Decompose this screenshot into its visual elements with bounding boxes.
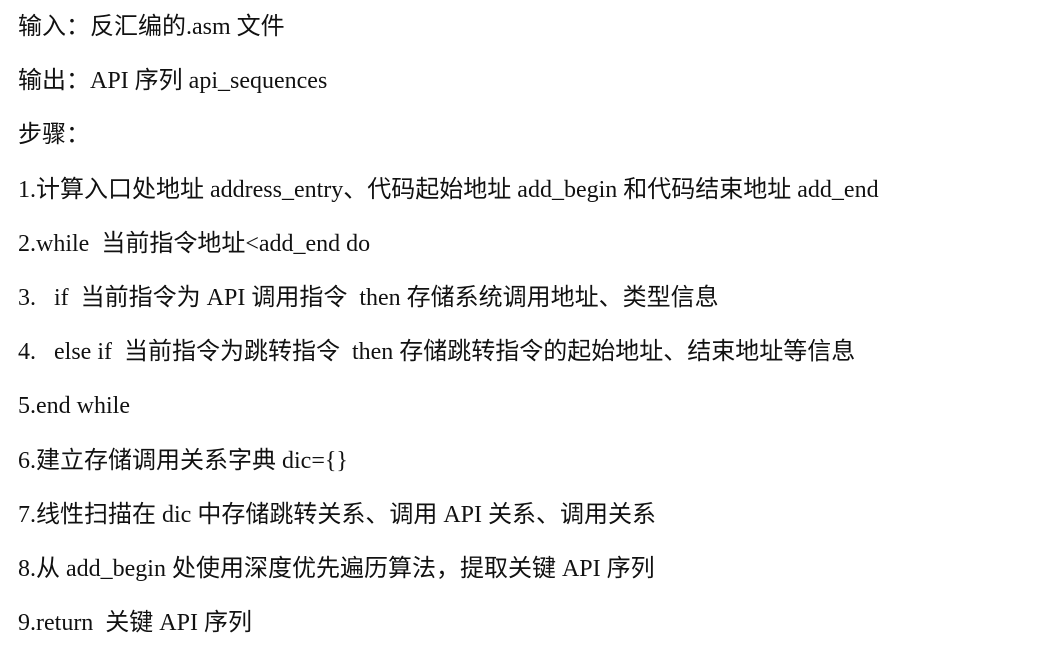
step-3-line: 3. if 当前指令为 API 调用指令 then 存储系统调用地址、类型信息 (18, 284, 719, 311)
algorithm-document: 输入：反汇编的.asm 文件 输出：API 序列 api_sequences 步… (18, 0, 1054, 650)
steps-heading: 步骤： (18, 122, 90, 149)
output-line: 输出：API 序列 api_sequences (18, 68, 328, 95)
step-1-line: 1.计算入口处地址 address_entry、代码起始地址 add_begin… (18, 176, 879, 203)
step-7-line: 7.线性扫描在 dic 中存储跳转关系、调用 API 关系、调用关系 (18, 501, 656, 528)
step-9-line: 9.return 关键 API 序列 (18, 610, 252, 637)
step-4-line: 4. else if 当前指令为跳转指令 then 存储跳转指令的起始地址、结束… (18, 339, 856, 366)
step-8-line: 8.从 add_begin 处使用深度优先遍历算法，提取关键 API 序列 (18, 555, 655, 582)
input-line: 输入：反汇编的.asm 文件 (18, 14, 285, 40)
step-2-line: 2.while 当前指令地址<add_end do (18, 230, 371, 257)
step-6-line: 6.建立存储调用关系字典 dic={} (18, 447, 348, 474)
step-5-line: 5.end while (18, 393, 130, 420)
